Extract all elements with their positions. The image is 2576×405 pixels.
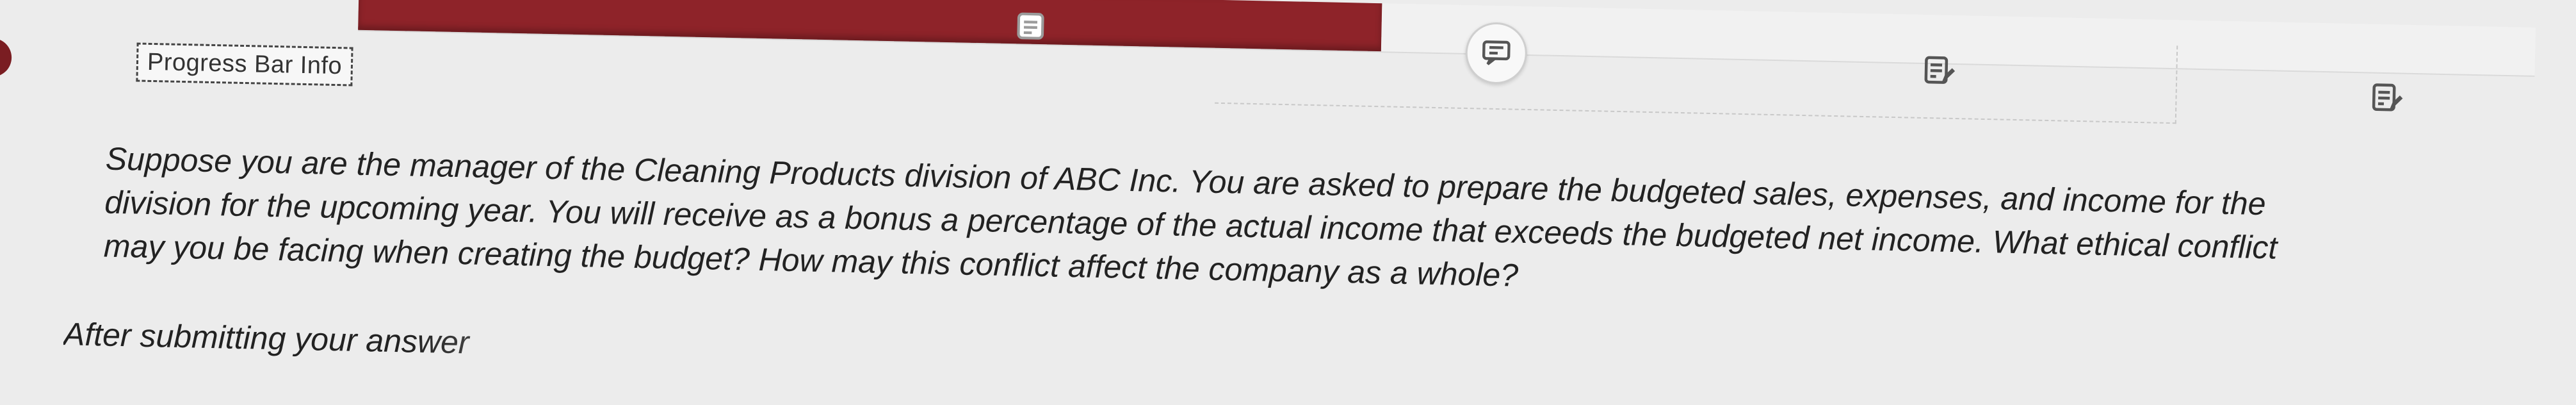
left-edge-indicator xyxy=(0,38,12,78)
edit-note-icon xyxy=(1922,53,1957,88)
question-text: Suppose you are the manager of the Clean… xyxy=(103,137,2410,316)
screen-content: Progress Bar Info Suppose you are the ma… xyxy=(0,0,2575,404)
after-submitting-text: After submitting your answer xyxy=(63,316,470,361)
step-node-3[interactable] xyxy=(1916,48,1962,94)
progress-bar-info-button[interactable]: Progress Bar Info xyxy=(136,42,353,87)
step-node-4[interactable] xyxy=(2364,75,2410,120)
edit-note-icon xyxy=(2369,81,2404,116)
feedback-icon xyxy=(1479,36,1513,70)
note-icon xyxy=(1014,10,1047,42)
